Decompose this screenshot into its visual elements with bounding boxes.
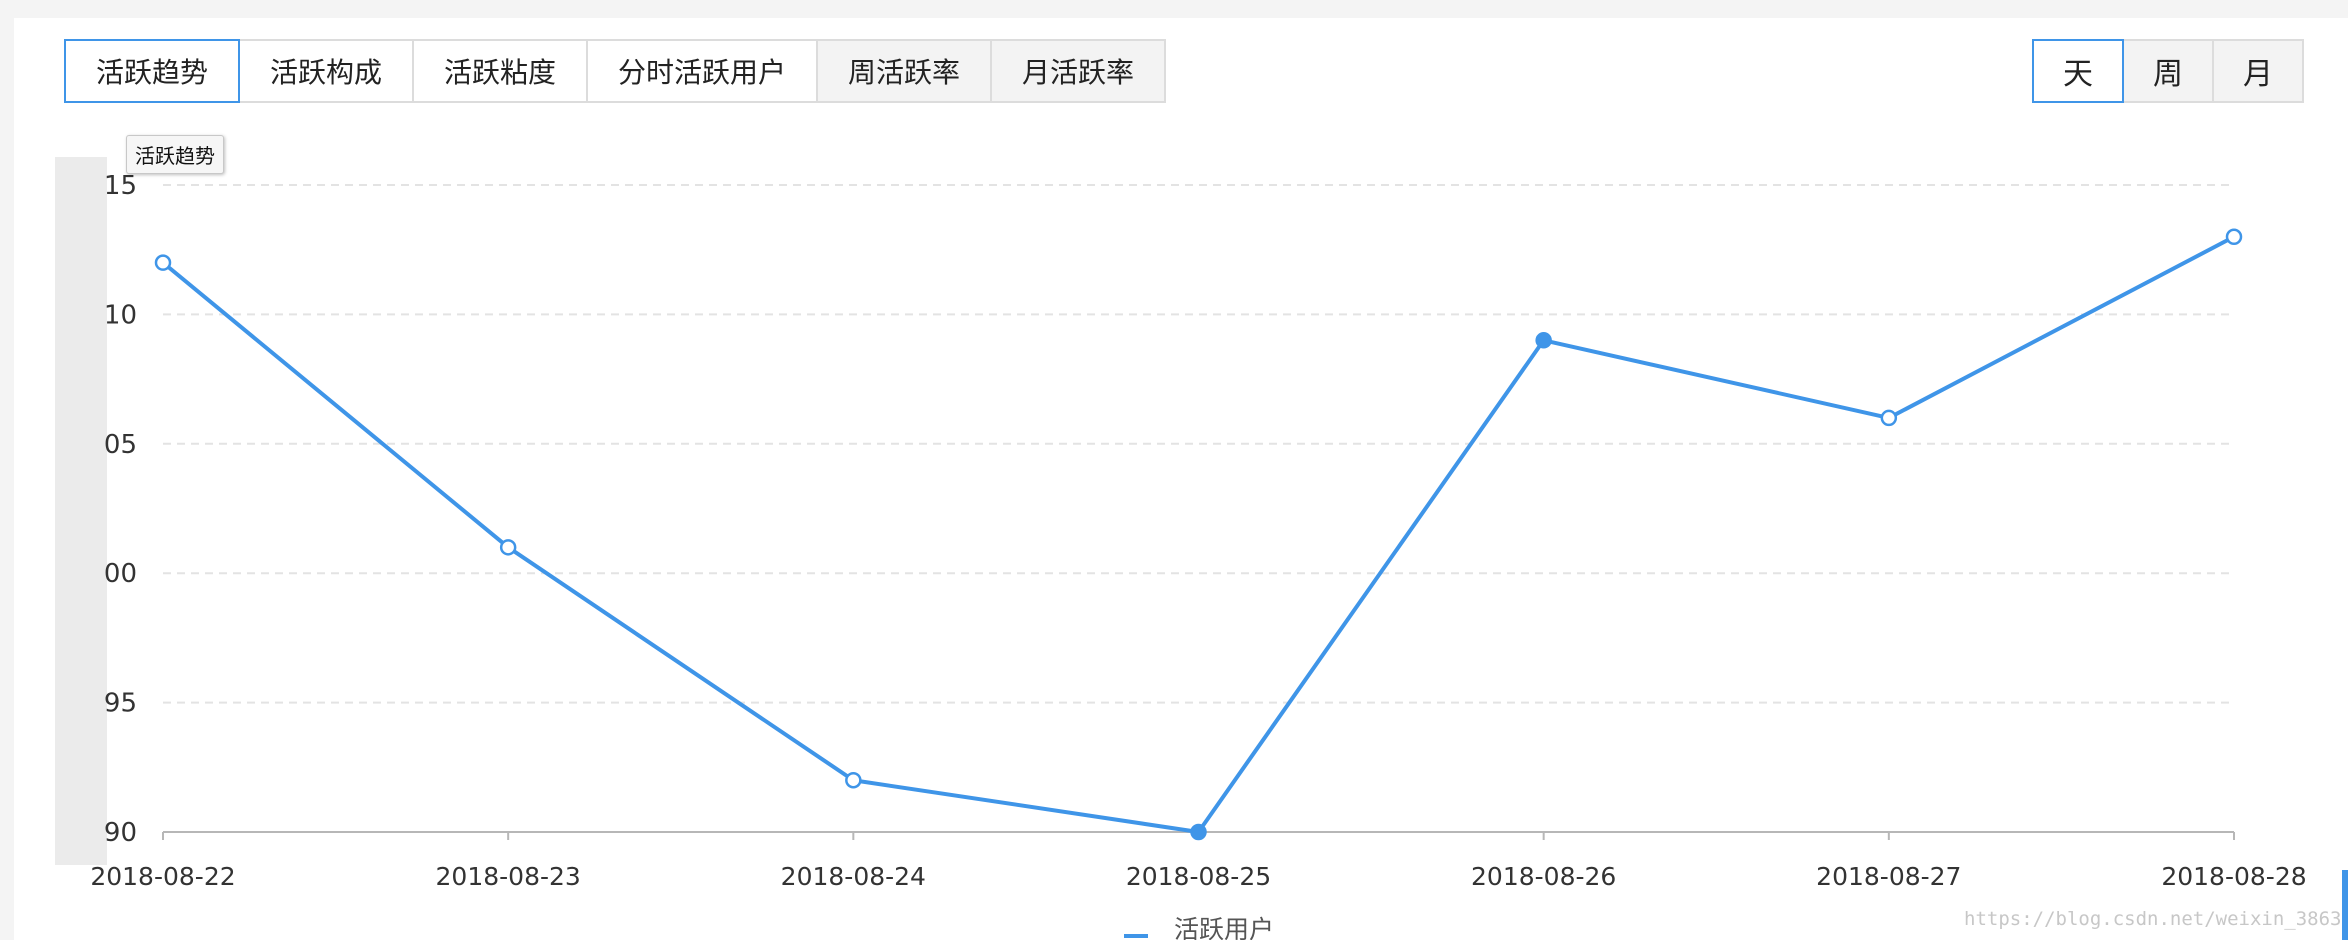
y-tick-label: 05 [104,430,137,460]
y-tick-label: 90 [104,818,137,848]
series-line [161,234,2235,834]
y-tick-label: 00 [104,559,137,589]
x-tick-label: 2018-08-25 [1126,862,1271,891]
x-tick-label: 2018-08-28 [2161,862,2306,891]
x-tick-label: 2018-08-23 [436,862,581,891]
x-tick-label: 2018-08-27 [1816,862,1961,891]
data-point [499,539,517,556]
data-point [1535,332,1552,349]
x-tick-label: 2018-08-26 [1471,862,1616,891]
data-point [1190,823,1207,841]
y-tick-label: 10 [104,300,137,330]
data-point [1880,409,1898,427]
y-tick-label: 95 [104,689,137,719]
data-point [2225,228,2243,246]
line-chart: 15 10 05 00 95 90 2018-08-22 2018-08-23 2018-08-… [90,171,2306,940]
watermark-text: https://blog.csdn.net/weixin_38633659 [1964,908,2348,930]
data-point [154,254,172,271]
scrollbar-thumb[interactable] [2342,870,2348,940]
tab-tooltip: 活跃趋势 [126,135,224,174]
x-tick-label: 2018-08-22 [90,862,235,891]
legend-label: 活跃用户 [1174,915,1274,940]
y-tick-label: 15 [104,171,137,201]
x-tick-label: 2018-08-24 [781,862,926,891]
data-point [845,771,862,789]
